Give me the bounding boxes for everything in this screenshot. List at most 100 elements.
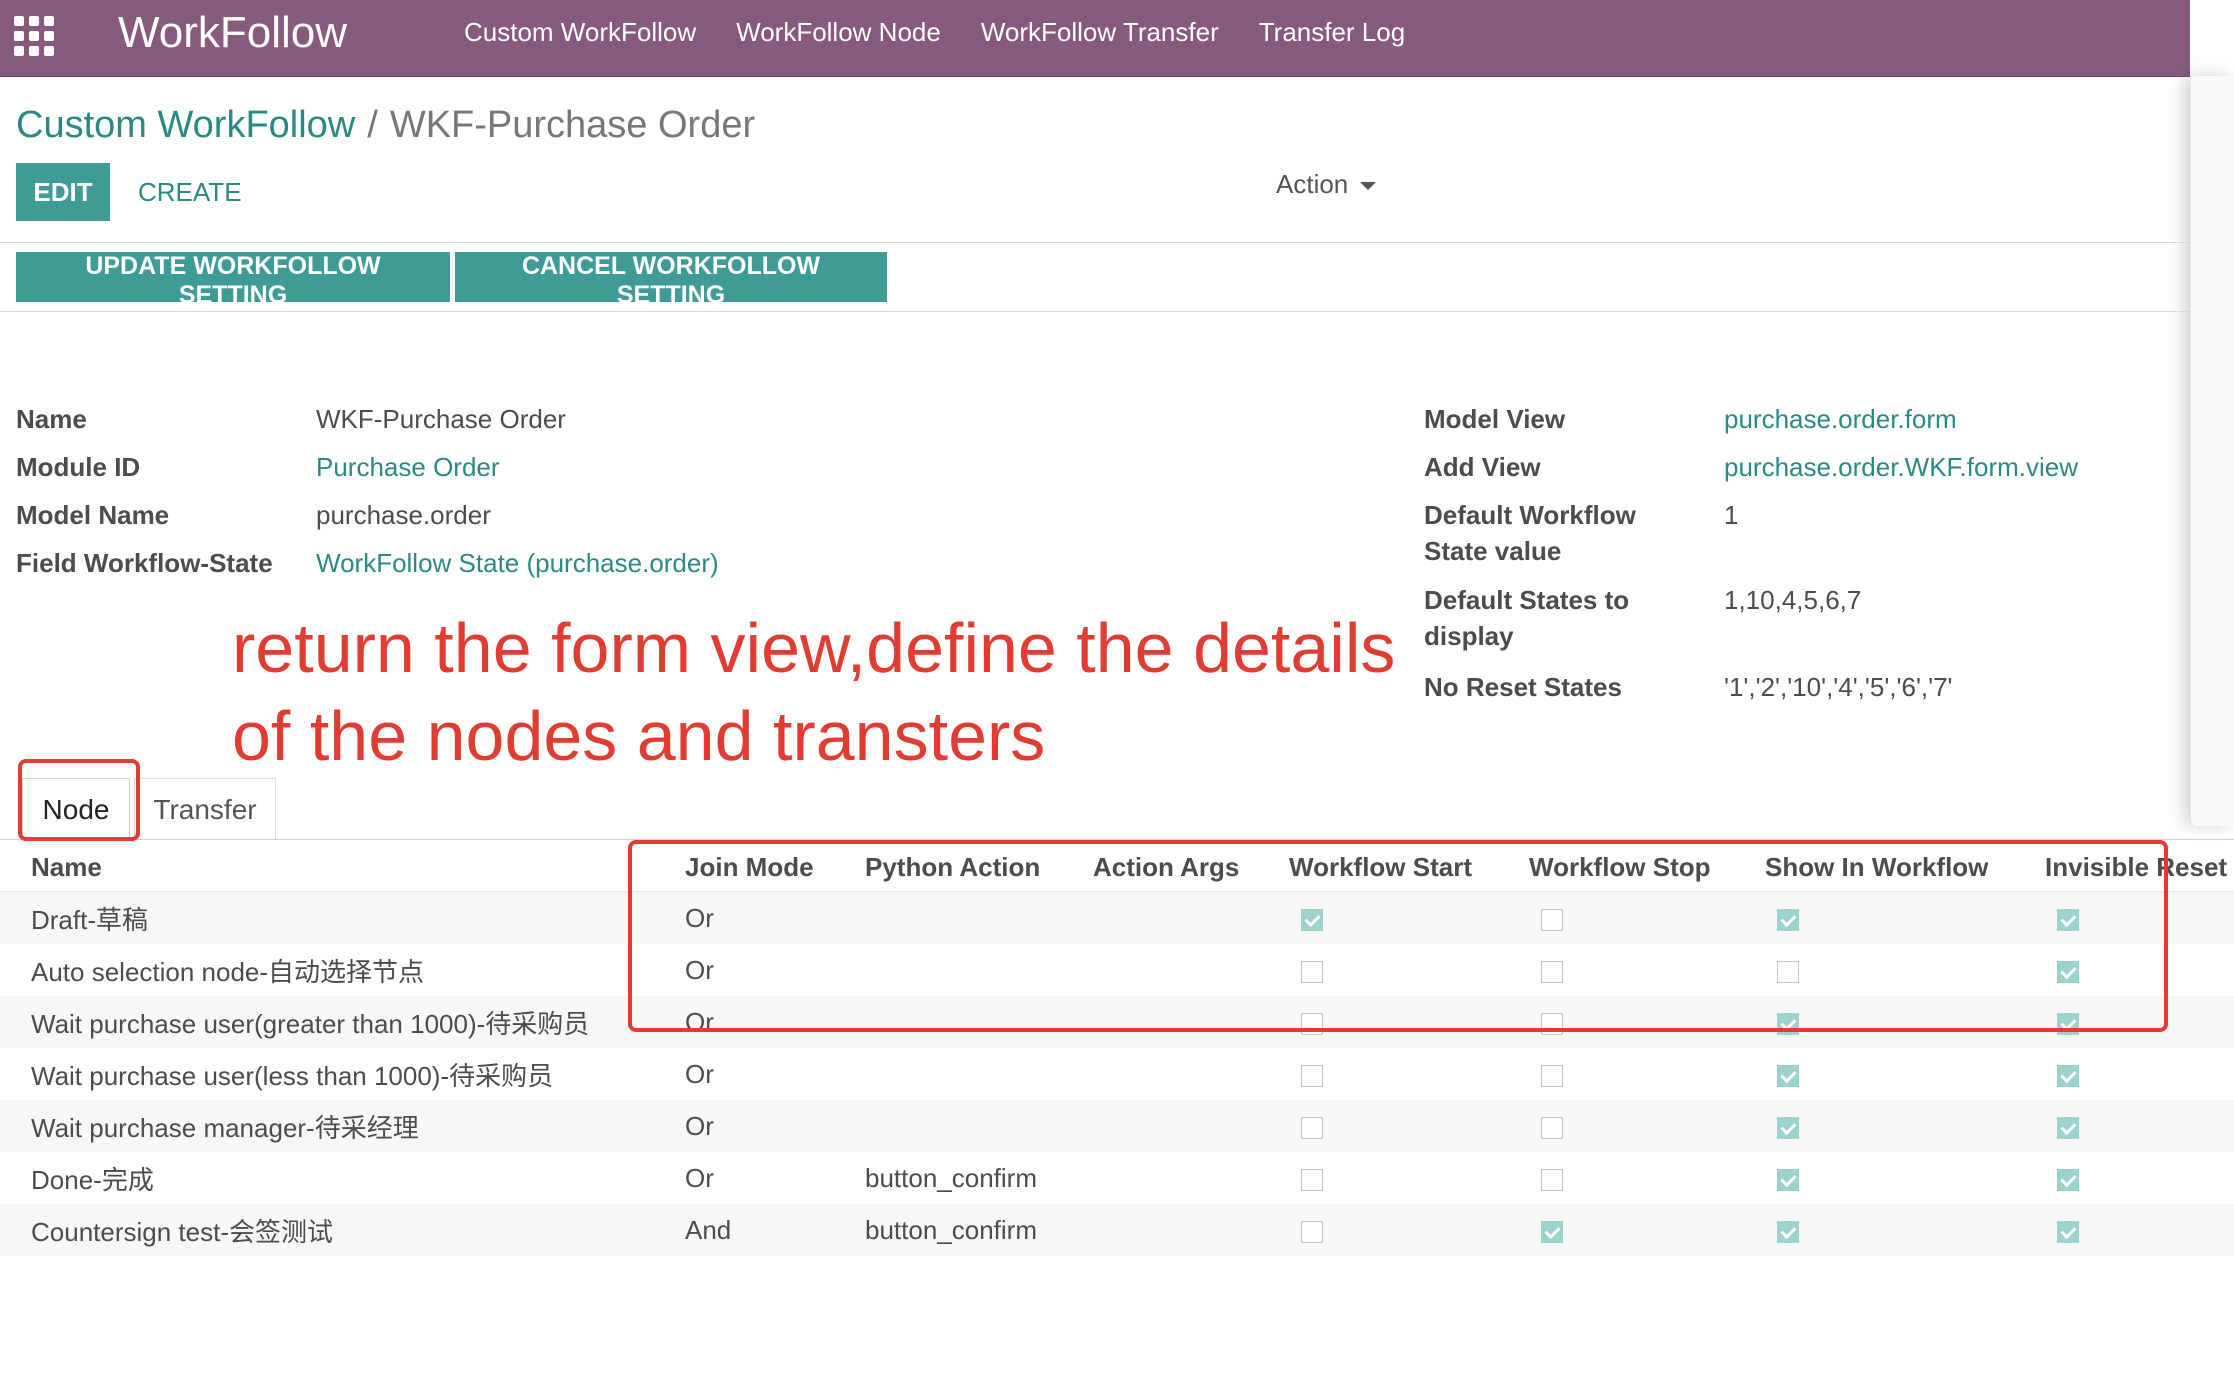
- action-label: Action: [1276, 169, 1349, 199]
- cell-reset: [2045, 1204, 2234, 1256]
- cell-name: Done-完成: [31, 1164, 154, 1195]
- cell-stop: [1529, 1048, 1765, 1100]
- top-navbar: WorkFollow Custom WorkFollow WorkFollow …: [0, 0, 2190, 77]
- table-row[interactable]: Wait purchase manager-待采经理 Or: [0, 1100, 2234, 1152]
- default-states-display-label: Default States to display: [1424, 582, 1629, 654]
- cell-start: [1289, 1152, 1529, 1204]
- cell-python-action: [865, 1100, 1093, 1152]
- cell-name: Wait purchase manager-待采经理: [0, 1100, 685, 1152]
- default-workflow-state-label-line2: State value: [1424, 536, 1562, 566]
- cell-start: [1289, 1048, 1529, 1100]
- checkbox[interactable]: [1541, 1220, 1563, 1243]
- cell-name: Auto selection node-自动选择节点: [31, 956, 425, 987]
- cell-action-args: [1093, 1100, 1289, 1152]
- apps-grid-icon[interactable]: [14, 16, 54, 56]
- checkbox[interactable]: [2057, 1116, 2079, 1139]
- cell-action-args: [1093, 1152, 1289, 1204]
- cell-join-mode: And: [685, 1204, 865, 1256]
- annotation-line-2: of the nodes and transters: [232, 697, 1046, 775]
- annotation-line-1: return the form view,define the details: [232, 609, 1396, 687]
- column-header-name[interactable]: Name: [0, 843, 685, 892]
- cell-stop: [1529, 1100, 1765, 1152]
- add-view-label: Add View: [1424, 452, 1541, 482]
- checkbox[interactable]: [1301, 1220, 1323, 1243]
- cell-show: [1765, 1048, 2045, 1100]
- annotation-text: return the form view,define the details …: [232, 604, 1412, 780]
- breadcrumb-current: WKF-Purchase Order: [389, 104, 756, 146]
- checkbox[interactable]: [1301, 1064, 1323, 1087]
- top-menu: Custom WorkFollow WorkFollow Node WorkFo…: [464, 14, 1405, 50]
- model-name-label: Model Name: [16, 500, 170, 530]
- update-workflow-button[interactable]: UPDATE WORKFOLLOW SETTING: [16, 252, 450, 309]
- divider: [0, 242, 2190, 243]
- name-value: WKF-Purchase Order: [316, 404, 566, 434]
- breadcrumb: Custom WorkFollow / WKF-Purchase Order: [16, 100, 755, 150]
- checkbox[interactable]: [1541, 1064, 1563, 1087]
- app-brand: WorkFollow: [118, 8, 348, 57]
- checkbox[interactable]: [2057, 1168, 2079, 1191]
- cell-stop: [1529, 1204, 1765, 1256]
- cell-name: Wait purchase user(greater than 1000)-待采…: [0, 996, 685, 1048]
- checkbox[interactable]: [1301, 1168, 1323, 1191]
- add-view-link[interactable]: purchase.order.WKF.form.view: [1724, 449, 2078, 485]
- cell-name: Wait purchase user(less than 1000)-待采购员: [31, 1060, 554, 1091]
- table-row[interactable]: Wait purchase user(less than 1000)-待采购员 O…: [0, 1048, 2234, 1100]
- checkbox[interactable]: [1777, 1064, 1799, 1087]
- model-name-value: purchase.order: [316, 500, 491, 530]
- menu-workfollow-transfer[interactable]: WorkFollow Transfer: [981, 14, 1219, 50]
- menu-workfollow-node[interactable]: WorkFollow Node: [736, 14, 941, 50]
- create-button[interactable]: CREATE: [126, 163, 254, 221]
- field-workflow-state-link[interactable]: WorkFollow State (purchase.order): [316, 545, 719, 581]
- side-panel-edge: [2190, 76, 2234, 826]
- default-states-display-value: 1,10,4,5,6,7: [1724, 585, 1862, 615]
- menu-transfer-log[interactable]: Transfer Log: [1259, 14, 1405, 50]
- checkbox[interactable]: [1777, 1116, 1799, 1139]
- breadcrumb-separator: /: [367, 104, 378, 146]
- table-row[interactable]: Countersign test-会签测试 And button_confirm: [0, 1204, 2234, 1256]
- default-workflow-state-value: 1: [1724, 500, 1739, 530]
- table-row[interactable]: Done-完成 Or button_confirm: [0, 1152, 2234, 1204]
- checkbox[interactable]: [1541, 1168, 1563, 1191]
- tab-transfer[interactable]: Transfer: [134, 778, 276, 839]
- cell-show: [1765, 1204, 2045, 1256]
- cell-stop: [1529, 1152, 1765, 1204]
- model-view-link[interactable]: purchase.order.form: [1724, 401, 1957, 437]
- divider: [0, 311, 2190, 312]
- no-reset-states-value: '1','2','10','4','5','6','7': [1724, 672, 1953, 702]
- highlight-table-columns: [628, 840, 2168, 1032]
- checkbox[interactable]: [1777, 1168, 1799, 1191]
- cell-start: [1289, 1204, 1529, 1256]
- no-reset-states-label: No Reset States: [1424, 672, 1622, 702]
- checkbox[interactable]: [1777, 1220, 1799, 1243]
- name-label: Name: [16, 404, 87, 434]
- checkbox[interactable]: [1541, 1116, 1563, 1139]
- cell-show: [1765, 1100, 2045, 1152]
- cell-reset: [2045, 1100, 2234, 1152]
- caret-down-icon: [1360, 182, 1377, 191]
- highlight-node-tab: [18, 759, 140, 841]
- cell-python-action: button_confirm: [865, 1162, 1037, 1193]
- default-workflow-state-label: Default Workflow State value: [1424, 497, 1636, 569]
- cell-start: [1289, 1100, 1529, 1152]
- cell-name: Countersign test-会签测试: [0, 1204, 685, 1256]
- checkbox[interactable]: [1301, 1116, 1323, 1139]
- cell-join-mode: Or: [685, 1100, 865, 1152]
- default-states-display-label-line1: Default States to: [1424, 585, 1630, 615]
- cell-python-action: button_confirm: [865, 1204, 1093, 1256]
- breadcrumb-parent[interactable]: Custom WorkFollow: [16, 104, 355, 146]
- menu-custom-workfollow[interactable]: Custom WorkFollow: [464, 14, 696, 50]
- checkbox[interactable]: [2057, 1064, 2079, 1087]
- edit-button[interactable]: EDIT: [16, 163, 110, 221]
- cell-reset: [2045, 1048, 2234, 1100]
- model-view-label: Model View: [1424, 404, 1566, 434]
- action-dropdown[interactable]: Action: [1276, 166, 1377, 202]
- module-id-label: Module ID: [16, 452, 141, 482]
- cell-python-action: [865, 1048, 1093, 1100]
- checkbox[interactable]: [2057, 1220, 2079, 1243]
- cell-join-mode: Or: [685, 1058, 714, 1089]
- cancel-workflow-button[interactable]: CANCEL WORKFOLLOW SETTING: [455, 252, 887, 309]
- cell-action-args: [1093, 1204, 1289, 1256]
- cell-join-mode: Or: [685, 1162, 714, 1193]
- module-id-link[interactable]: Purchase Order: [316, 449, 500, 485]
- default-states-display-label-line2: display: [1424, 621, 1514, 651]
